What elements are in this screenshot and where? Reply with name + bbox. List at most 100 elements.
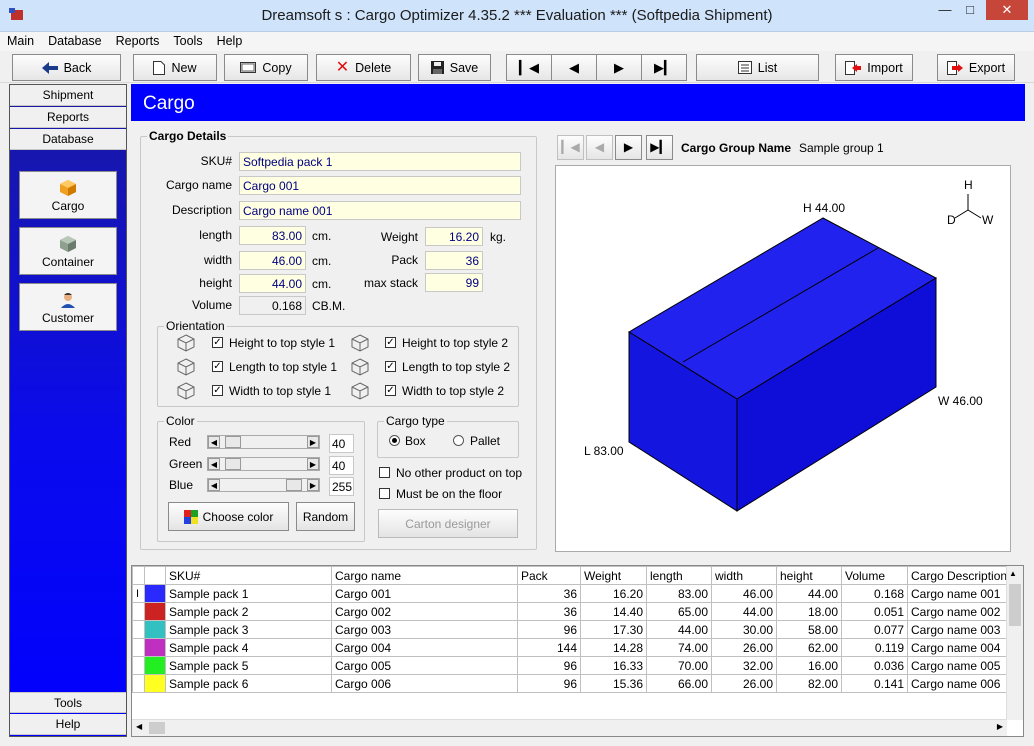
cell-name[interactable]: Cargo 002 bbox=[331, 602, 518, 621]
cell-width[interactable]: 26.00 bbox=[711, 674, 777, 693]
cell-height[interactable]: 62.00 bbox=[776, 638, 842, 657]
blue-value[interactable]: 255 bbox=[329, 477, 354, 496]
cell-length[interactable]: 83.00 bbox=[646, 584, 712, 603]
table-row[interactable]: I Sample pack 1 Cargo 001 36 16.20 83.00 46.00… bbox=[132, 584, 1012, 603]
cell-width[interactable]: 44.00 bbox=[711, 602, 777, 621]
vertical-scroll-thumb[interactable] bbox=[1009, 584, 1021, 626]
sidebar-tab-tools[interactable]: Tools bbox=[10, 692, 126, 713]
cell-height[interactable]: 82.00 bbox=[776, 674, 842, 693]
table-row[interactable]: Sample pack 3 Cargo 003 96 17.30 44.00 30.00 5… bbox=[132, 620, 1012, 639]
group-last-button[interactable]: ▶▎ bbox=[646, 135, 673, 160]
vertical-scrollbar[interactable]: ▲ bbox=[1006, 566, 1023, 720]
green-slider-thumb[interactable] bbox=[225, 458, 241, 470]
column-header[interactable]: height bbox=[776, 566, 842, 585]
cell-volume[interactable]: 0.051 bbox=[841, 602, 908, 621]
cell-sku[interactable]: Sample pack 1 bbox=[165, 584, 332, 603]
orient-width-1-checkbox[interactable]: ✓ bbox=[212, 385, 223, 396]
row-indicator[interactable]: I bbox=[132, 584, 145, 603]
cell-height[interactable]: 18.00 bbox=[776, 602, 842, 621]
sidebar-tab-help[interactable]: Help bbox=[10, 714, 126, 735]
red-value[interactable]: 40 bbox=[329, 434, 354, 453]
menu-help[interactable]: Help bbox=[210, 32, 250, 48]
next-record-button[interactable]: ▶ bbox=[596, 54, 642, 81]
sidebar-tab-database[interactable]: Database bbox=[10, 129, 126, 150]
cell-pack[interactable]: 96 bbox=[517, 620, 581, 639]
table-row[interactable]: Sample pack 6 Cargo 006 96 15.36 66.00 26.00 8… bbox=[132, 674, 1012, 693]
menu-tools[interactable]: Tools bbox=[166, 32, 209, 48]
cell-desc[interactable]: Cargo name 003 bbox=[906, 620, 1012, 639]
green-slider[interactable]: ◀ ▶ bbox=[207, 457, 320, 471]
cell-length[interactable]: 65.00 bbox=[646, 602, 712, 621]
slider-right-arrow-icon[interactable]: ▶ bbox=[307, 479, 319, 491]
copy-button[interactable]: Copy bbox=[224, 54, 308, 81]
table-row[interactable]: Sample pack 5 Cargo 005 96 16.33 70.00 32.00 1… bbox=[132, 656, 1012, 675]
slider-left-arrow-icon[interactable]: ◀ bbox=[208, 458, 220, 470]
cell-width[interactable]: 32.00 bbox=[711, 656, 777, 675]
cell-width[interactable]: 46.00 bbox=[711, 584, 777, 603]
new-button[interactable]: New bbox=[133, 54, 217, 81]
description-field[interactable]: Cargo name 001 bbox=[239, 201, 521, 220]
cargo-type-pallet-radio[interactable] bbox=[453, 435, 464, 446]
table-row[interactable]: Sample pack 4 Cargo 004 144 14.28 74.00 26.00… bbox=[132, 638, 1012, 657]
first-record-button[interactable]: ▎◀ bbox=[506, 54, 552, 81]
cell-length[interactable]: 44.00 bbox=[646, 620, 712, 639]
minimize-button[interactable]: — bbox=[936, 0, 954, 20]
blue-slider[interactable]: ◀ ▶ bbox=[207, 478, 320, 492]
sku-field[interactable]: Softpedia pack 1 bbox=[239, 152, 521, 171]
cell-desc[interactable]: Cargo name 002 bbox=[906, 602, 1012, 621]
slider-left-arrow-icon[interactable]: ◀ bbox=[208, 479, 220, 491]
cell-length[interactable]: 74.00 bbox=[646, 638, 712, 657]
orient-length-2-checkbox[interactable]: ✓ bbox=[385, 361, 396, 372]
cell-weight[interactable]: 17.30 bbox=[580, 620, 647, 639]
cell-name[interactable]: Cargo 004 bbox=[331, 638, 518, 657]
scroll-left-arrow-icon[interactable]: ◀ bbox=[136, 722, 142, 731]
cell-width[interactable]: 26.00 bbox=[711, 638, 777, 657]
cell-pack[interactable]: 36 bbox=[517, 602, 581, 621]
column-header[interactable]: Pack bbox=[517, 566, 581, 585]
cell-length[interactable]: 66.00 bbox=[646, 674, 712, 693]
cell-sku[interactable]: Sample pack 3 bbox=[165, 620, 332, 639]
cell-weight[interactable]: 16.33 bbox=[580, 656, 647, 675]
cell-weight[interactable]: 14.40 bbox=[580, 602, 647, 621]
close-button[interactable]: ✕ bbox=[986, 0, 1028, 20]
cell-sku[interactable]: Sample pack 4 bbox=[165, 638, 332, 657]
scroll-right-arrow-icon[interactable]: ▶ bbox=[997, 722, 1003, 731]
cell-sku[interactable]: Sample pack 2 bbox=[165, 602, 332, 621]
cell-sku[interactable]: Sample pack 6 bbox=[165, 674, 332, 693]
cell-width[interactable]: 30.00 bbox=[711, 620, 777, 639]
sidebar-tab-reports[interactable]: Reports bbox=[10, 107, 126, 128]
red-slider-thumb[interactable] bbox=[225, 436, 241, 448]
cell-weight[interactable]: 15.36 bbox=[580, 674, 647, 693]
random-color-button[interactable]: Random bbox=[296, 502, 355, 531]
carton-designer-button[interactable]: Carton designer bbox=[378, 509, 518, 538]
width-field[interactable]: 46.00 bbox=[239, 251, 306, 270]
red-slider[interactable]: ◀ ▶ bbox=[207, 435, 320, 449]
cell-name[interactable]: Cargo 003 bbox=[331, 620, 518, 639]
cell-pack[interactable]: 144 bbox=[517, 638, 581, 657]
slider-right-arrow-icon[interactable]: ▶ bbox=[307, 436, 319, 448]
maximize-button[interactable]: □ bbox=[961, 0, 979, 20]
delete-button[interactable]: ✕ Delete bbox=[316, 54, 411, 81]
green-value[interactable]: 40 bbox=[329, 456, 354, 475]
scroll-up-arrow-icon[interactable]: ▲ bbox=[1009, 569, 1017, 578]
length-field[interactable]: 83.00 bbox=[239, 226, 306, 245]
menu-reports[interactable]: Reports bbox=[109, 32, 167, 48]
group-prev-button[interactable]: ◀ bbox=[586, 135, 613, 160]
cell-height[interactable]: 44.00 bbox=[776, 584, 842, 603]
choose-color-button[interactable]: Choose color bbox=[168, 502, 289, 531]
row-indicator[interactable] bbox=[132, 674, 145, 693]
slider-left-arrow-icon[interactable]: ◀ bbox=[208, 436, 220, 448]
orient-width-2-checkbox[interactable]: ✓ bbox=[385, 385, 396, 396]
cell-volume[interactable]: 0.119 bbox=[841, 638, 908, 657]
cell-name[interactable]: Cargo 005 bbox=[331, 656, 518, 675]
cell-volume[interactable]: 0.168 bbox=[841, 584, 908, 603]
orient-height-2-checkbox[interactable]: ✓ bbox=[385, 337, 396, 348]
cell-volume[interactable]: 0.036 bbox=[841, 656, 908, 675]
last-record-button[interactable]: ▶▎ bbox=[641, 54, 687, 81]
export-button[interactable]: Export bbox=[937, 54, 1015, 81]
cell-desc[interactable]: Cargo name 001 bbox=[906, 584, 1012, 603]
menu-main[interactable]: Main bbox=[0, 32, 41, 48]
cell-weight[interactable]: 14.28 bbox=[580, 638, 647, 657]
weight-field[interactable]: 16.20 bbox=[425, 227, 483, 246]
must-be-on-floor-checkbox[interactable] bbox=[379, 488, 390, 499]
